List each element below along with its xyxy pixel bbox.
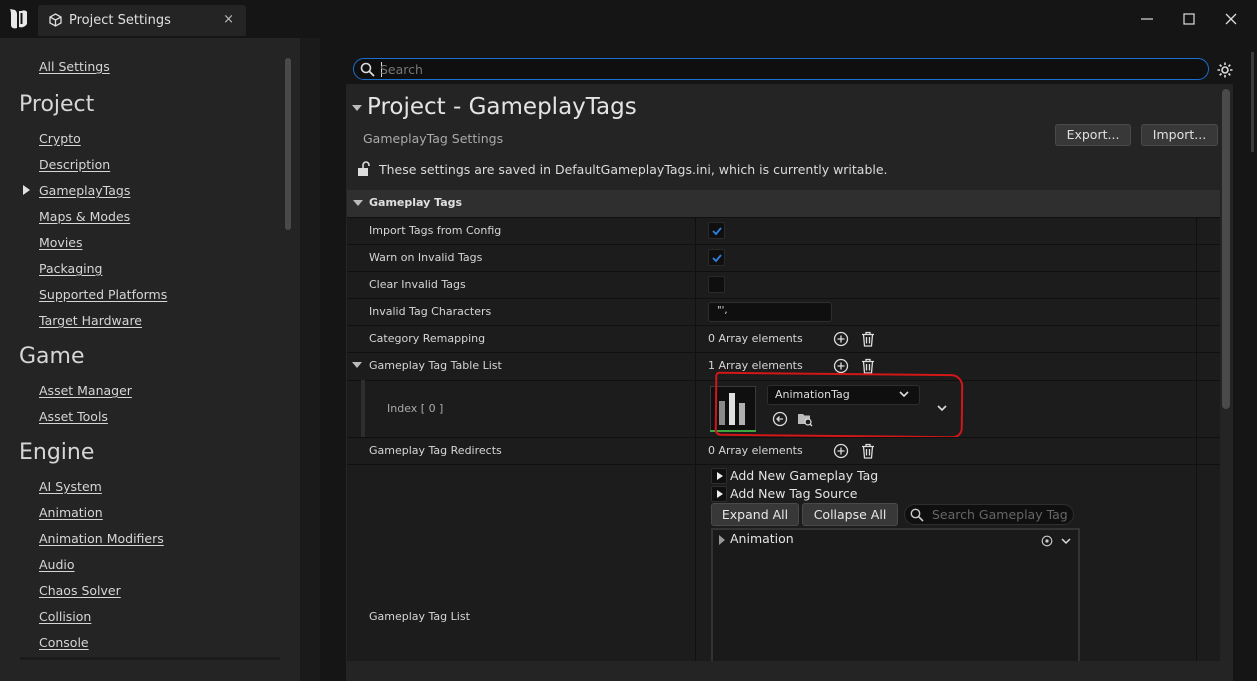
red-annotation-outline [714,371,964,439]
add-element-icon[interactable] [833,331,849,347]
minimize-icon[interactable] [1136,8,1158,30]
settings-search-input[interactable] [380,60,1180,78]
page-title: Project - GameplayTags [367,94,637,120]
clear-invalid-tags-checkbox[interactable] [708,276,725,293]
sidebar-item-asset-tools[interactable]: Asset Tools [39,409,108,424]
sidebar-item-target-hardware[interactable]: Target Hardware [39,313,142,328]
section-header-gameplay-tags[interactable] [347,190,1220,217]
sidebar-item-all-settings[interactable]: All Settings [39,59,110,74]
window-scrollbar[interactable] [1251,52,1254,152]
sidebar-scrollbar[interactable] [285,58,291,230]
trash-icon[interactable] [860,358,876,374]
warn-invalid-tags-checkbox[interactable] [708,249,725,266]
trash-icon[interactable] [860,443,876,459]
property-row [347,271,1220,298]
array-count: 1 Array elements [708,359,803,372]
import-tags-checkbox[interactable] [708,222,725,239]
search-icon [360,62,375,77]
add-new-tag-source-label[interactable]: Add New Tag Source [730,486,857,501]
sidebar-item-crypto[interactable]: Crypto [39,131,81,146]
expand-arrow-icon[interactable] [352,362,362,368]
selected-item-arrow-icon [23,185,30,195]
sidebar-item-asset-manager[interactable]: Asset Manager [39,383,132,398]
sidebar-item-supported-platforms[interactable]: Supported Platforms [39,287,167,302]
array-index-label: Index [ 0 ] [387,402,444,415]
sidebar-category-project: Project [19,92,95,117]
gameplay-tag-search-input[interactable] [932,506,1067,523]
add-element-icon[interactable] [833,443,849,459]
add-element-icon[interactable] [833,358,849,374]
property-label: Category Remapping [369,332,486,345]
sidebar-category-engine: Engine [19,440,95,465]
array-count: 0 Array elements [708,332,803,345]
sidebar-item-animation[interactable]: Animation [39,505,103,520]
indent-bar [361,380,365,437]
title-bar: Project Settings × [0,0,1257,38]
gameplay-tag-tree [711,528,1080,661]
invalid-tag-characters-value: "', [717,305,728,316]
project-settings-icon [49,13,62,27]
maximize-icon[interactable] [1178,8,1200,30]
property-label: Gameplay Tag List [369,610,470,623]
settings-search-box[interactable] [353,58,1209,80]
collapse-all-button[interactable]: Collapse All [802,503,898,526]
add-new-tag-expander[interactable] [711,468,727,484]
tree-expand-arrow-icon[interactable] [719,535,725,545]
property-label: Warn on Invalid Tags [369,251,483,264]
property-label: Gameplay Tag Redirects [369,444,502,457]
column-divider [1196,217,1197,661]
sidebar-category-game: Game [19,344,85,369]
sidebar-item-gameplaytags[interactable]: GameplayTags [39,183,130,198]
sidebar-item-console[interactable]: Console [39,635,89,650]
trash-icon[interactable] [860,331,876,347]
invalid-tag-characters-input[interactable]: "', [708,302,832,322]
checkmark-icon [712,254,722,263]
add-subtag-icon[interactable] [1041,535,1053,547]
sidebar-item-movies[interactable]: Movies [39,235,83,250]
sidebar-item-animation-modifiers[interactable]: Animation Modifiers [39,531,164,546]
sidebar-item-packaging[interactable]: Packaging [39,261,102,276]
add-new-gameplay-tag-label[interactable]: Add New Gameplay Tag [730,468,878,483]
section-collapse-arrow-icon[interactable] [353,200,363,206]
export-button[interactable]: Export... [1055,124,1131,146]
sidebar-item-audio[interactable]: Audio [39,557,75,572]
import-button[interactable]: Import... [1141,124,1218,146]
page-subtitle: GameplayTag Settings [363,131,504,146]
gameplay-tag-search-box[interactable] [904,504,1074,525]
property-label: Import Tags from Config [369,224,502,237]
tab-close-icon[interactable]: × [223,12,234,27]
add-new-source-expander[interactable] [711,486,727,502]
sidebar-item-maps-modes[interactable]: Maps & Modes [39,209,130,224]
sidebar-item-ai-system[interactable]: AI System [39,479,102,494]
unlock-icon [358,161,370,176]
array-count: 0 Array elements [708,444,803,457]
close-window-icon[interactable] [1220,8,1242,30]
sidebar-bottom-edge [20,657,280,660]
tree-item-animation[interactable]: Animation [730,531,794,546]
gear-icon[interactable] [1216,61,1234,79]
config-writable-note: These settings are saved in DefaultGamep… [379,162,888,177]
details-scrollbar[interactable] [1222,89,1230,409]
column-divider[interactable] [695,217,696,661]
tab-title: Project Settings [69,13,171,28]
panel-splitter[interactable] [300,38,320,681]
property-label: Gameplay Tag Table List [369,359,502,372]
sidebar-item-chaos-solver[interactable]: Chaos Solver [39,583,121,598]
search-icon [910,508,924,522]
expand-all-button[interactable]: Expand All [711,503,799,526]
property-label: Clear Invalid Tags [369,278,466,291]
sidebar-item-collision[interactable]: Collision [39,609,91,624]
unreal-logo-icon [10,9,27,29]
collapse-arrow-icon[interactable] [352,105,362,111]
project-settings-tab[interactable]: Project Settings × [38,5,246,36]
chevron-down-icon[interactable] [1060,535,1072,547]
section-title: Gameplay Tags [369,196,463,209]
property-label: Invalid Tag Characters [369,305,492,318]
sidebar-item-description[interactable]: Description [39,157,110,172]
checkmark-icon [712,227,722,236]
